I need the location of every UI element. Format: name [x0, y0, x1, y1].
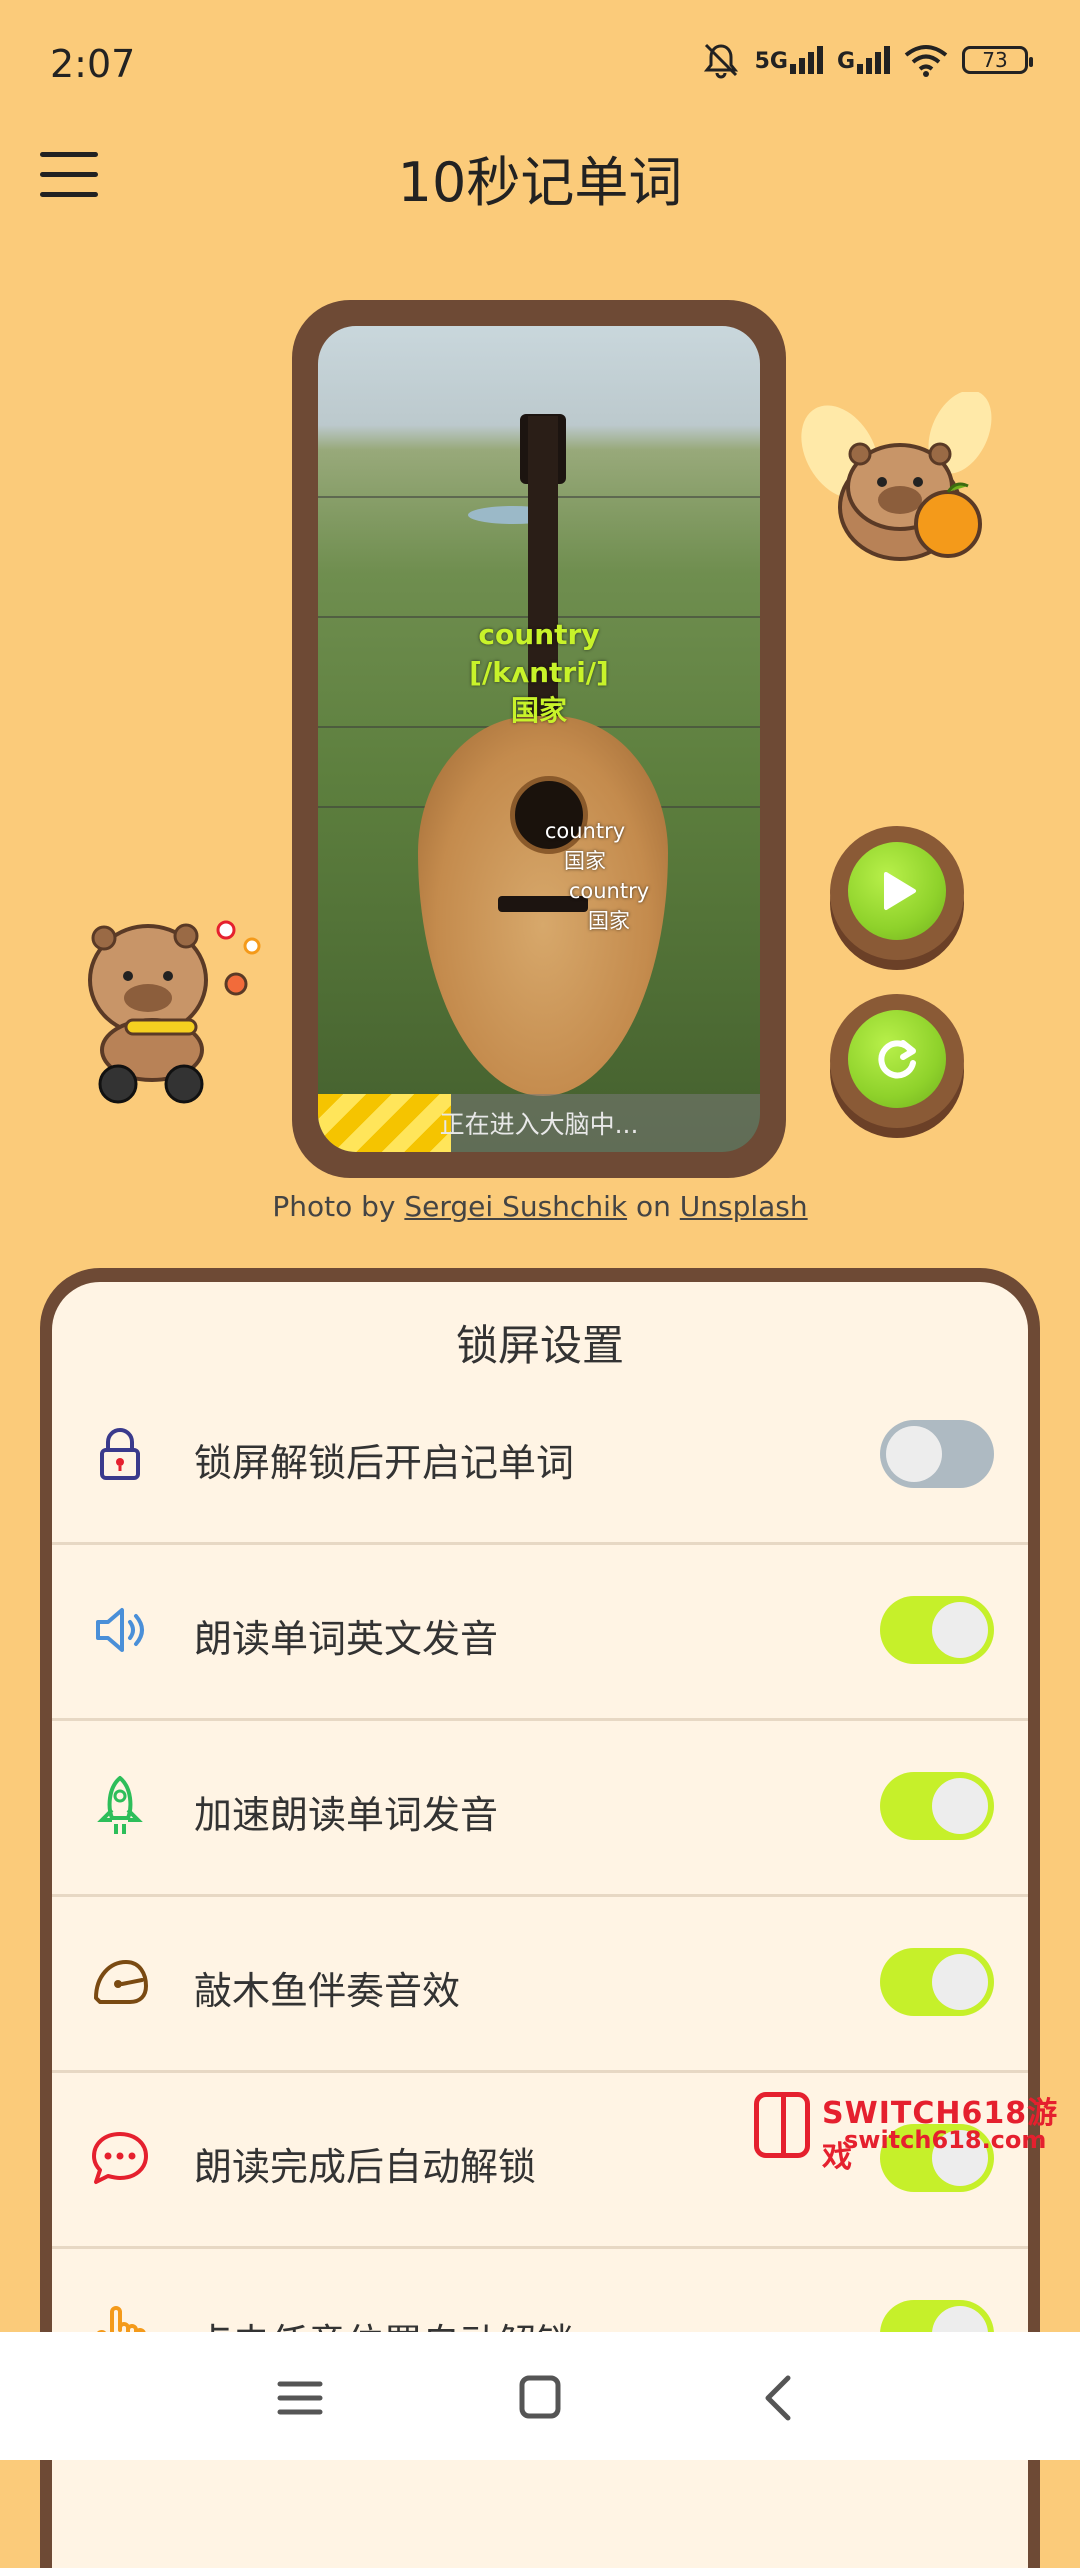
switch-logo-icon	[754, 2092, 810, 2158]
signal-5g-label: 5G	[754, 49, 788, 74]
page-title: 10秒记单词	[397, 151, 683, 214]
lockscreen-preview-frame: country [/kʌntri/] 国家 country 国家 country…	[292, 300, 786, 1178]
setting-toggle[interactable]	[880, 1596, 994, 1664]
battery-indicator: 73	[962, 46, 1033, 74]
settings-title: 锁屏设置	[455, 1321, 624, 1370]
play-button[interactable]	[830, 826, 964, 960]
status-time: 2:07	[50, 42, 136, 86]
signal-5g-icon: 5G	[755, 46, 823, 74]
floating-word-meaning: 国家	[564, 849, 606, 873]
system-nav-bar	[0, 2332, 1080, 2460]
progress-text: 正在进入大脑中...	[439, 1110, 639, 1139]
credit-author-link[interactable]: Sergei Sushchik	[404, 1190, 627, 1223]
setting-row-unlock-start[interactable]: 锁屏解锁后开启记单词	[52, 1366, 1028, 1545]
word-phonetic: [/kʌntri/]	[469, 656, 609, 689]
home-button[interactable]	[510, 2370, 570, 2426]
status-bar: 2:07 5G G 73	[0, 0, 1080, 130]
floating-word-meaning: 国家	[588, 909, 630, 933]
refresh-button[interactable]	[830, 994, 964, 1128]
setting-label: 朗读完成后自动解锁	[194, 2145, 537, 2189]
battery-level: 73	[982, 48, 1008, 72]
setting-toggle[interactable]	[880, 1948, 994, 2016]
setting-label: 敲木鱼伴奏音效	[194, 1969, 461, 2013]
capybara-bee-sticker	[801, 392, 992, 561]
signal-g-icon: G	[837, 46, 890, 74]
lockscreen-preview[interactable]: country [/kʌntri/] 国家 country 国家 country…	[318, 326, 760, 1152]
back-button[interactable]	[750, 2370, 810, 2426]
capybara-bike-sticker	[88, 920, 261, 1104]
play-icon	[884, 872, 916, 910]
speaker-icon	[96, 1608, 144, 1652]
setting-label: 加速朗读单词发音	[194, 1793, 499, 1837]
rocket-icon	[97, 1776, 143, 1834]
setting-label: 朗读单词英文发音	[194, 1617, 499, 1661]
watermark-url: switch618.com	[844, 2126, 1047, 2154]
credit-prefix: Photo by	[272, 1190, 396, 1223]
recent-apps-icon	[277, 2381, 323, 2415]
watermark: SWITCH618游戏 switch618.com	[754, 2088, 1074, 2175]
setting-toggle[interactable]	[880, 1420, 994, 1488]
credit-middle: on	[635, 1190, 671, 1223]
floating-word-text: country	[544, 819, 626, 843]
setting-row-read-english[interactable]: 朗读单词英文发音	[52, 1542, 1028, 1721]
photo-credit: Photo by Sergei Sushchik on Unsplash	[0, 1190, 1080, 1223]
wifi-icon	[904, 45, 948, 77]
lock-icon	[100, 1428, 140, 1480]
signal-g-label: G	[836, 49, 855, 74]
floating-word: country 国家	[554, 876, 664, 936]
credit-site-link[interactable]: Unsplash	[680, 1190, 808, 1223]
mute-bell-icon	[703, 43, 738, 79]
refresh-icon	[878, 1040, 916, 1079]
learning-progress-bar: 正在进入大脑中...	[318, 1094, 760, 1152]
recent-apps-button[interactable]	[270, 2370, 330, 2426]
wooden-fish-icon	[94, 1960, 148, 2004]
word-text: country	[478, 618, 600, 651]
setting-label: 锁屏解锁后开启记单词	[194, 1441, 575, 1485]
floating-word-text: country	[568, 879, 650, 903]
floating-word: country 国家	[530, 816, 640, 876]
home-icon	[519, 2375, 561, 2419]
word-meaning: 国家	[510, 694, 567, 727]
chat-bubble-icon	[92, 2132, 148, 2184]
status-icons: 5G G 73	[701, 40, 1033, 80]
setting-toggle[interactable]	[880, 1772, 994, 1840]
back-icon	[765, 2375, 791, 2421]
word-card: country [/kʌntri/] 国家	[318, 616, 760, 730]
setting-row-wooden-fish[interactable]: 敲木鱼伴奏音效	[52, 1894, 1028, 2073]
setting-row-speed-read[interactable]: 加速朗读单词发音	[52, 1718, 1028, 1897]
